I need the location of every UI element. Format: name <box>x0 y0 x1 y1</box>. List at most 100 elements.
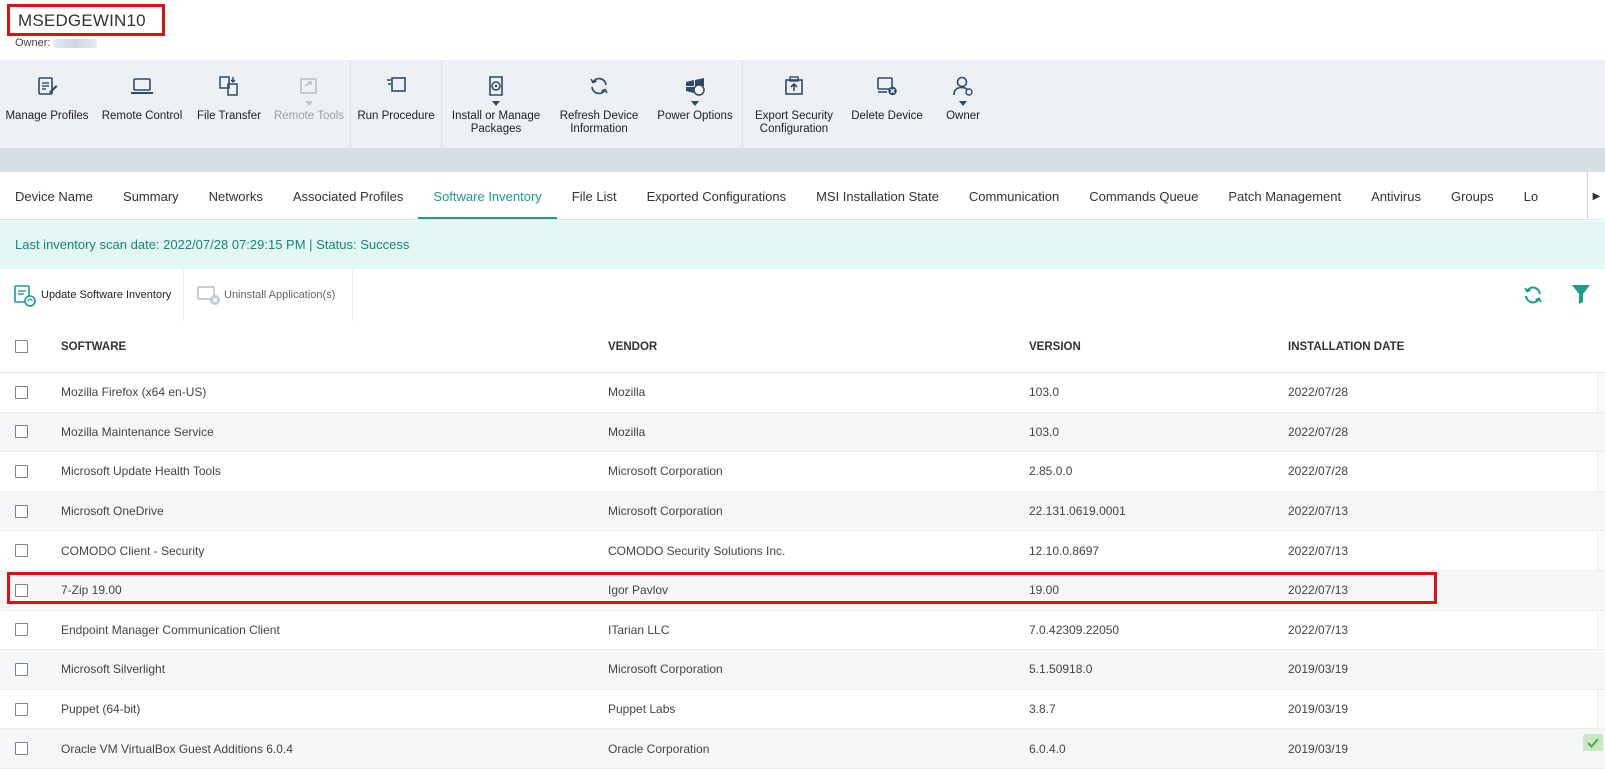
row-checkbox[interactable] <box>15 623 28 636</box>
column-header-vendor[interactable]: VENDOR <box>608 321 657 372</box>
refresh-list-button[interactable] <box>1521 283 1545 307</box>
table-row[interactable]: Endpoint Manager Communication Client IT… <box>0 611 1605 651</box>
vendor-name: Puppet Labs <box>608 690 675 729</box>
tab-networks[interactable]: Networks <box>194 172 278 220</box>
uninstall-applications-button[interactable]: Uninstall Application(s) <box>196 279 335 311</box>
installation-date: 2022/07/28 <box>1288 413 1348 452</box>
version: 12.10.0.8697 <box>1029 531 1099 570</box>
tab-communication[interactable]: Communication <box>954 172 1074 220</box>
power-options-button[interactable]: Power Options <box>648 60 742 148</box>
inventory-action-bar: Update Software Inventory Uninstall Appl… <box>0 269 1605 321</box>
vendor-name: Mozilla <box>608 413 645 452</box>
filter-button[interactable] <box>1571 283 1591 305</box>
package-icon <box>482 72 510 100</box>
version: 103.0 <box>1029 373 1059 412</box>
row-checkbox[interactable] <box>15 465 28 478</box>
version: 6.0.4.0 <box>1029 729 1066 768</box>
tab-msi-installation-state[interactable]: MSI Installation State <box>801 172 954 220</box>
installation-date: 2022/07/13 <box>1288 611 1348 650</box>
manage-profiles-icon <box>33 72 61 100</box>
software-name: Oracle VM VirtualBox Guest Additions 6.0… <box>61 729 293 768</box>
update-software-inventory-label: Update Software Inventory <box>41 289 171 301</box>
column-header-installation-date[interactable]: INSTALLATION DATE <box>1288 321 1404 372</box>
table-row[interactable]: Microsoft Update Health Tools Microsoft … <box>0 452 1605 492</box>
manage-profiles-button[interactable]: Manage Profiles <box>0 60 94 148</box>
installation-date: 2022/07/28 <box>1288 373 1348 412</box>
tab-patch-management[interactable]: Patch Management <box>1213 172 1356 220</box>
vendor-name: Microsoft Corporation <box>608 650 723 689</box>
select-all-checkbox[interactable] <box>15 340 28 353</box>
uninstall-icon <box>196 282 222 308</box>
column-header-software[interactable]: SOFTWARE <box>61 321 126 372</box>
software-name: Endpoint Manager Communication Client <box>61 611 280 650</box>
software-name: Microsoft OneDrive <box>61 492 164 531</box>
row-checkbox[interactable] <box>15 584 28 597</box>
vendor-name: ITarian LLC <box>608 611 669 650</box>
version: 103.0 <box>1029 413 1059 452</box>
table-row[interactable]: COMODO Client - Security COMODO Security… <box>0 531 1605 571</box>
table-row[interactable]: Puppet (64-bit) Puppet Labs 3.8.7 2019/0… <box>0 690 1605 730</box>
tabs-scroll-right-button[interactable]: ▶ <box>1587 172 1605 220</box>
owner-icon <box>949 72 977 100</box>
device-header: MSEDGEWIN10 Owner: <box>0 0 1605 60</box>
file-transfer-label: File Transfer <box>197 110 261 123</box>
run-procedure-button[interactable]: Run Procedure <box>351 60 441 148</box>
tab-file-list[interactable]: File List <box>557 172 632 220</box>
tab-device-name[interactable]: Device Name <box>0 172 108 220</box>
tab-software-inventory[interactable]: Software Inventory <box>418 172 556 220</box>
table-row[interactable]: Mozilla Firefox (x64 en-US) Mozilla 103.… <box>0 373 1605 413</box>
delete-device-button[interactable]: Delete Device <box>845 60 929 148</box>
row-checkbox[interactable] <box>15 703 28 716</box>
vendor-name: COMODO Security Solutions Inc. <box>608 531 785 570</box>
table-row[interactable]: Microsoft Silverlight Microsoft Corporat… <box>0 650 1605 690</box>
row-checkbox[interactable] <box>15 386 28 399</box>
tab-logs-truncated[interactable]: Lo <box>1509 172 1553 220</box>
table-row-7zip[interactable]: 7-Zip 19.00 Igor Pavlov 19.00 2022/07/13 <box>0 571 1605 611</box>
refresh-icon <box>1521 283 1545 307</box>
vendor-name: Oracle Corporation <box>608 729 709 768</box>
vendor-name: Mozilla <box>608 373 645 412</box>
table-row[interactable]: Microsoft OneDrive Microsoft Corporation… <box>0 492 1605 532</box>
toolbar-divider-strip <box>0 148 1605 172</box>
tab-associated-profiles[interactable]: Associated Profiles <box>278 172 419 220</box>
check-badge <box>1583 734 1603 751</box>
remote-tools-button[interactable]: Remote Tools <box>268 60 350 148</box>
uninstall-applications-label: Uninstall Application(s) <box>224 289 335 301</box>
tab-summary[interactable]: Summary <box>108 172 194 220</box>
installation-date: 2022/07/13 <box>1288 571 1348 610</box>
vendor-name: Igor Pavlov <box>608 571 668 610</box>
file-transfer-button[interactable]: File Transfer <box>190 60 268 148</box>
table-row[interactable]: Mozilla Maintenance Service Mozilla 103.… <box>0 413 1605 453</box>
owner-line: Owner: <box>15 37 97 49</box>
software-name: 7-Zip 19.00 <box>61 571 122 610</box>
run-procedure-icon <box>382 72 410 100</box>
table-header: SOFTWARE VENDOR VERSION INSTALLATION DAT… <box>0 321 1605 373</box>
version: 5.1.50918.0 <box>1029 650 1092 689</box>
device-tabs: Device Name Summary Networks Associated … <box>0 172 1605 220</box>
chevron-right-icon: ▶ <box>1593 191 1601 202</box>
software-name: COMODO Client - Security <box>61 531 204 570</box>
refresh-device-information-label: Refresh Device Information <box>560 110 639 136</box>
row-checkbox[interactable] <box>15 505 28 518</box>
export-security-configuration-button[interactable]: Export Security Configuration <box>743 60 845 148</box>
row-checkbox[interactable] <box>15 663 28 676</box>
tab-exported-configurations[interactable]: Exported Configurations <box>632 172 801 220</box>
software-name: Microsoft Silverlight <box>61 650 165 689</box>
version: 22.131.0619.0001 <box>1029 492 1126 531</box>
update-software-inventory-button[interactable]: Update Software Inventory <box>11 279 171 311</box>
install-manage-packages-button[interactable]: Install or Manage Packages <box>442 60 550 148</box>
refresh-device-information-button[interactable]: Refresh Device Information <box>550 60 648 148</box>
row-checkbox[interactable] <box>15 425 28 438</box>
vendor-name: Microsoft Corporation <box>608 492 723 531</box>
column-header-version[interactable]: VERSION <box>1029 321 1081 372</box>
row-checkbox[interactable] <box>15 742 28 755</box>
owner-label-toolbar: Owner <box>946 110 980 123</box>
checkmark-icon <box>1586 737 1600 749</box>
table-row[interactable]: Oracle VM VirtualBox Guest Additions 6.0… <box>0 729 1605 769</box>
owner-button[interactable]: Owner <box>929 60 997 148</box>
tab-groups[interactable]: Groups <box>1436 172 1509 220</box>
remote-control-button[interactable]: Remote Control <box>94 60 190 148</box>
row-checkbox[interactable] <box>15 544 28 557</box>
tab-commands-queue[interactable]: Commands Queue <box>1074 172 1213 220</box>
tab-antivirus[interactable]: Antivirus <box>1356 172 1436 220</box>
